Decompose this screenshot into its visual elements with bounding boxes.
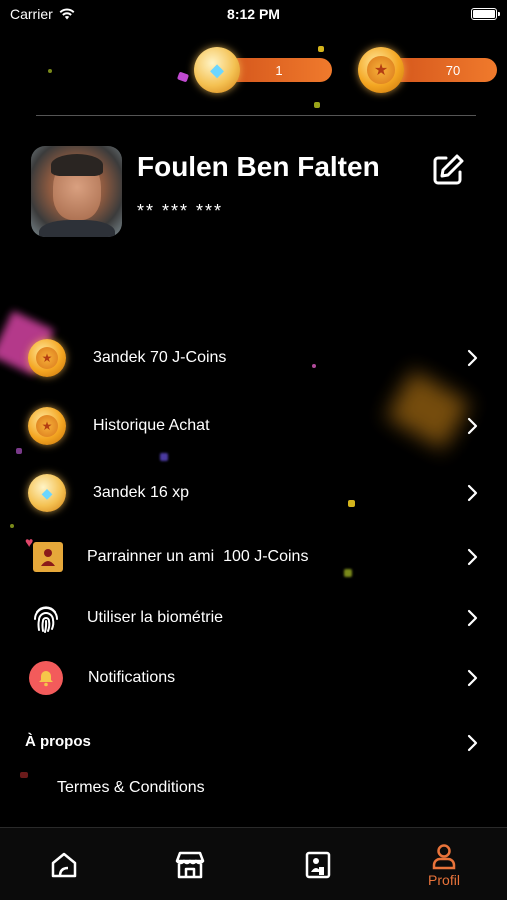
bell-icon: [26, 658, 66, 698]
edit-profile-button[interactable]: [430, 152, 466, 188]
profile-phone: ** *** ***: [137, 201, 224, 221]
user-icon: [432, 843, 456, 869]
tab-home[interactable]: [44, 828, 84, 900]
wifi-icon: [59, 8, 75, 20]
diamond-balance-pill[interactable]: 1: [226, 58, 332, 82]
decor-particle: [10, 524, 14, 528]
shop-icon: [175, 851, 205, 878]
tab-profil-label: Profil: [428, 871, 460, 888]
decor-particle: [314, 102, 320, 108]
coin-balance-value: 70: [445, 62, 461, 78]
diamond-coin-icon: ◆: [27, 473, 67, 513]
tab-profil[interactable]: Profil: [420, 828, 468, 900]
status-left: Carrier: [10, 6, 75, 22]
id-card-icon: [305, 851, 331, 878]
header-divider: [36, 115, 476, 116]
decor-particle: [176, 71, 190, 83]
menu-item-xp[interactable]: ◆ 3andek 16 xp: [0, 469, 507, 517]
chevron-right-icon: [467, 609, 478, 627]
avatar: [31, 146, 122, 237]
battery-icon: [471, 8, 500, 20]
edit-icon: [433, 154, 464, 185]
menu-item-referral[interactable]: ♥ Parrainner un ami 100 J-Coins: [0, 533, 507, 581]
status-bar: Carrier: [0, 0, 507, 28]
chevron-right-icon: [467, 417, 478, 435]
gold-coin-icon: ★: [358, 47, 404, 93]
about-section-title: À propos: [25, 733, 91, 750]
menu-item-label: Notifications: [88, 669, 176, 686]
menu-item-notifications[interactable]: Notifications: [0, 654, 507, 702]
tab-shop[interactable]: [170, 828, 210, 900]
chevron-right-icon[interactable]: [464, 734, 480, 752]
tab-bar: Profil: [0, 827, 507, 900]
menu-item-label: 3andek 70 J-Coins: [93, 349, 227, 366]
menu-item-label: Historique Achat: [93, 417, 210, 434]
diamond-coin-icon: ◆: [194, 47, 240, 93]
chevron-right-icon: [467, 484, 478, 502]
home-icon: [51, 852, 77, 877]
gold-coin-icon: ★: [27, 406, 67, 446]
decor-particle: [318, 46, 324, 52]
menu-item-purchase-history[interactable]: ★ Historique Achat: [0, 402, 507, 450]
terms-link[interactable]: Termes & Conditions: [57, 779, 205, 797]
profile-name: Foulen Ben Falten: [137, 151, 380, 182]
gold-coin-icon: ★: [27, 338, 67, 378]
carrier-label: Carrier: [10, 6, 53, 22]
menu-item-label: 3andek 16 xp: [93, 484, 190, 501]
menu-item-jcoins[interactable]: ★ 3andek 70 J-Coins: [0, 334, 507, 382]
decor-particle: [160, 453, 168, 461]
referral-icon: ♥: [25, 534, 68, 577]
menu-item-biometrics[interactable]: Utiliser la biométrie: [0, 594, 507, 642]
chevron-right-icon: [467, 669, 478, 687]
fingerprint-icon: [26, 598, 66, 638]
chevron-right-icon: [467, 548, 478, 566]
tab-profile-card[interactable]: [298, 828, 338, 900]
coin-balance-pill[interactable]: 70: [389, 58, 497, 82]
decor-particle: [20, 772, 28, 778]
decor-particle: [48, 69, 52, 73]
chevron-right-icon: [467, 349, 478, 367]
menu-item-label: Utiliser la biométrie: [87, 609, 224, 626]
diamond-balance-value: 1: [275, 62, 283, 78]
menu-item-label: Parrainner un ami 100 J-Coins: [87, 548, 309, 565]
